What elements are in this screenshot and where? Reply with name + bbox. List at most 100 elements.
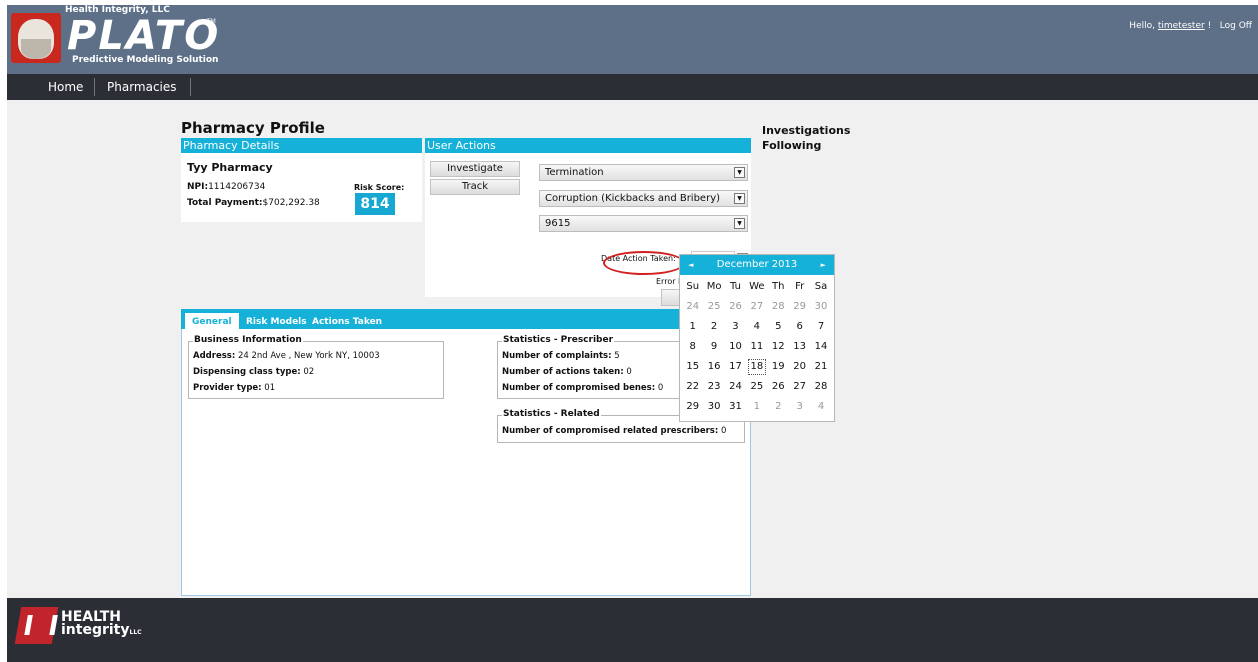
user-actions-header: User Actions (425, 138, 751, 153)
track-button[interactable]: Track (430, 179, 520, 195)
main-content: Pharmacy Profile Investigations Followin… (7, 100, 1258, 598)
calendar-day[interactable]: 28 (810, 377, 831, 397)
investigations-link[interactable]: Investigations (762, 124, 850, 137)
calendar-day[interactable]: 19 (768, 357, 789, 377)
nav-divider (94, 78, 95, 96)
related-value: 0 (720, 426, 727, 436)
calendar-day[interactable]: 7 (810, 317, 831, 337)
calendar-day-today[interactable]: 18 (746, 357, 767, 377)
calendar-day[interactable]: 1 (682, 317, 703, 337)
calendar-day[interactable]: 17 (725, 357, 746, 377)
logoff-link[interactable]: Log Off (1220, 21, 1252, 31)
pharmacy-details-header: Pharmacy Details (181, 138, 422, 153)
calendar-next-icon[interactable]: ► (821, 255, 826, 275)
calendar-day[interactable]: 8 (682, 337, 703, 357)
calendar-day[interactable]: 13 (789, 337, 810, 357)
calendar-day[interactable]: 4 (746, 317, 767, 337)
calendar-day[interactable]: 2 (703, 317, 724, 337)
calendar-day[interactable]: 25 (703, 297, 724, 317)
calendar-day[interactable]: 11 (746, 337, 767, 357)
calendar-day[interactable]: 24 (725, 377, 746, 397)
complaints-line: Number of complaints: 5 (502, 351, 620, 361)
footer-brand-suffix: LLC (129, 629, 142, 636)
calendar-day[interactable]: 10 (725, 337, 746, 357)
calendar-day[interactable]: 27 (789, 377, 810, 397)
nav-item-home[interactable]: Home (48, 80, 83, 94)
following-link[interactable]: Following (762, 139, 821, 152)
dispensing-line: Dispensing class type: 02 (193, 367, 314, 377)
calendar-day[interactable]: 4 (810, 397, 831, 417)
general-tab-panel: Business Information Address: 24 2nd Ave… (181, 329, 751, 596)
user-link[interactable]: timetester (1158, 21, 1205, 31)
calendar-day[interactable]: 6 (789, 317, 810, 337)
provider-value: 01 (264, 383, 276, 393)
calendar-day[interactable]: 26 (725, 297, 746, 317)
calendar-day[interactable]: 14 (810, 337, 831, 357)
calendar-week-row: 1 2 3 4 5 6 7 (682, 317, 832, 337)
calendar-day[interactable]: 25 (746, 377, 767, 397)
risk-score-badge: 814 (355, 193, 395, 215)
calendar-weekday-row: Su Mo Tu We Th Fr Sa (682, 277, 832, 297)
tab-actions-taken[interactable]: Actions Taken (312, 317, 382, 327)
calendar-day[interactable]: 21 (810, 357, 831, 377)
calendar-day[interactable]: 3 (789, 397, 810, 417)
calendar-day[interactable]: 23 (703, 377, 724, 397)
weekday-label: Th (772, 281, 785, 292)
nav-item-pharmacies[interactable]: Pharmacies (107, 80, 177, 94)
calendar-day[interactable]: 30 (810, 297, 831, 317)
address-value: 24 2nd Ave , New York NY, 10003 (237, 351, 380, 361)
calendar-day[interactable]: 12 (768, 337, 789, 357)
npi-label: NPI: (187, 182, 209, 192)
dispensing-value: 02 (303, 367, 315, 377)
calendar-day[interactable]: 16 (703, 357, 724, 377)
calendar-day[interactable]: 22 (682, 377, 703, 397)
npi-line: NPI:1114206734 (187, 182, 265, 192)
business-information-legend: Business Information (193, 335, 303, 345)
calendar-day[interactable]: 9 (703, 337, 724, 357)
tab-risk-models[interactable]: Risk Models (246, 317, 307, 327)
calendar-month-title[interactable]: December 2013 (717, 259, 797, 270)
related-line: Number of compromised related prescriber… (502, 426, 726, 436)
nav-divider (190, 78, 191, 96)
health-integrity-logo-icon (14, 607, 59, 644)
code-select[interactable]: 9615 ▼ (539, 215, 748, 232)
calendar-day[interactable]: 28 (768, 297, 789, 317)
chevron-down-icon: ▼ (734, 167, 745, 178)
calendar-day[interactable]: 29 (682, 397, 703, 417)
risk-score-label: Risk Score: (354, 183, 405, 192)
calendar-day[interactable]: 5 (768, 317, 789, 337)
investigate-button[interactable]: Investigate (430, 161, 520, 177)
address-label: Address: (193, 351, 236, 361)
benes-value: 0 (657, 383, 664, 393)
statistics-prescriber-group: Statistics - Prescriber Number of compla… (497, 335, 679, 399)
tagline: Predictive Modeling Solution (72, 55, 219, 65)
calendar-day[interactable]: 1 (746, 397, 767, 417)
footer-brand-line2-wrap: integrityLLC (61, 623, 142, 639)
total-payment-value: $702,292.38 (262, 198, 320, 208)
tab-bar: General Risk Models Actions Taken (181, 309, 751, 329)
weekday-label: We (749, 281, 765, 292)
tab-general[interactable]: General (185, 313, 239, 329)
calendar-day[interactable]: 26 (768, 377, 789, 397)
code-value: 9615 (545, 218, 571, 229)
chevron-down-icon: ▼ (734, 193, 745, 204)
actions-label: Number of actions taken: (502, 367, 624, 377)
calendar-day[interactable]: 24 (682, 297, 703, 317)
page-title: Pharmacy Profile (181, 119, 325, 137)
calendar-day[interactable]: 15 (682, 357, 703, 377)
calendar-day[interactable]: 2 (768, 397, 789, 417)
calendar-day[interactable]: 3 (725, 317, 746, 337)
calendar-day[interactable]: 27 (746, 297, 767, 317)
benes-line: Number of compromised benes: 0 (502, 383, 663, 393)
dispensing-label: Dispensing class type: (193, 367, 301, 377)
related-label: Number of compromised related prescriber… (502, 426, 719, 436)
weekday-label: Mo (706, 281, 722, 292)
calendar-day[interactable]: 20 (789, 357, 810, 377)
reason-select[interactable]: Corruption (Kickbacks and Bribery) ▼ (539, 190, 748, 207)
calendar-prev-icon[interactable]: ◄ (688, 255, 693, 275)
calendar-grid: Su Mo Tu We Th Fr Sa 24 25 26 27 28 29 3… (682, 277, 832, 417)
calendar-day[interactable]: 30 (703, 397, 724, 417)
calendar-day[interactable]: 31 (725, 397, 746, 417)
calendar-day[interactable]: 29 (789, 297, 810, 317)
action-type-select[interactable]: Termination ▼ (539, 164, 748, 181)
